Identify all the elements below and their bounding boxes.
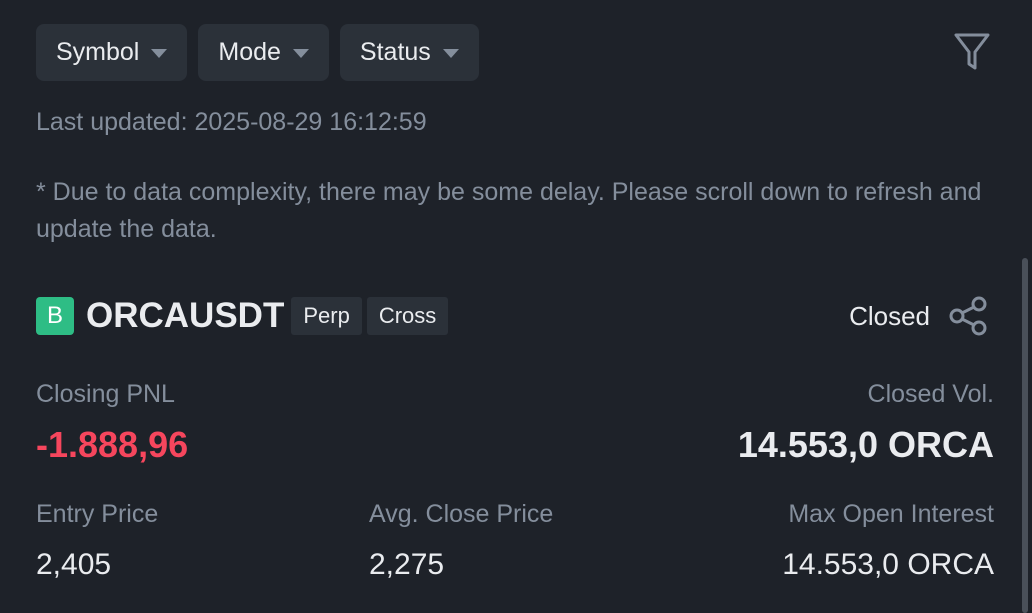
closed-vol-label: Closed Vol.	[867, 380, 994, 408]
closed-vol-value: 14.553,0 ORCA	[737, 424, 994, 465]
symbol-dropdown-label: Symbol	[56, 38, 140, 66]
position-history-page: Symbol Mode Status Last updated: 2025-08…	[0, 0, 1032, 613]
caret-down-icon	[151, 49, 168, 58]
closing-pnl-value: -1.888,96	[36, 424, 189, 465]
mode-dropdown[interactable]: Mode	[198, 24, 329, 81]
status-dropdown[interactable]: Status	[339, 24, 479, 81]
share-icon[interactable]	[948, 295, 990, 337]
buy-side-badge: B	[36, 297, 74, 335]
max-open-interest-label: Max Open Interest	[788, 500, 994, 528]
entry-price-label: Entry Price	[36, 500, 159, 528]
scrollbar[interactable]	[1022, 258, 1028, 613]
entry-price-value: 2,405	[36, 548, 112, 581]
funnel-icon[interactable]	[954, 32, 990, 72]
position-symbol: ORCAUSDT	[86, 296, 285, 335]
status-dropdown-label: Status	[359, 38, 431, 66]
position-status-area: Closed	[849, 295, 996, 337]
filter-bar: Symbol Mode Status	[36, 24, 479, 81]
max-open-interest-value: 14.553,0 ORCA	[782, 548, 994, 581]
caret-down-icon	[442, 49, 459, 58]
closing-pnl-label: Closing PNL	[36, 380, 175, 408]
perp-tag: Perp	[291, 297, 362, 335]
cross-tag: Cross	[366, 297, 449, 335]
delay-notice: * Due to data complexity, there may be s…	[36, 178, 982, 243]
symbol-dropdown[interactable]: Symbol	[36, 24, 188, 81]
avg-close-price-value: 2,275	[369, 548, 445, 581]
position-status: Closed	[849, 300, 930, 331]
caret-down-icon	[292, 49, 309, 58]
last-updated-text: Last updated: 2025-08-29 16:12:59	[36, 108, 427, 136]
position-header[interactable]: B ORCAUSDT Perp Cross Closed	[36, 296, 996, 336]
avg-close-price-label: Avg. Close Price	[369, 500, 554, 528]
mode-dropdown-label: Mode	[218, 38, 281, 66]
